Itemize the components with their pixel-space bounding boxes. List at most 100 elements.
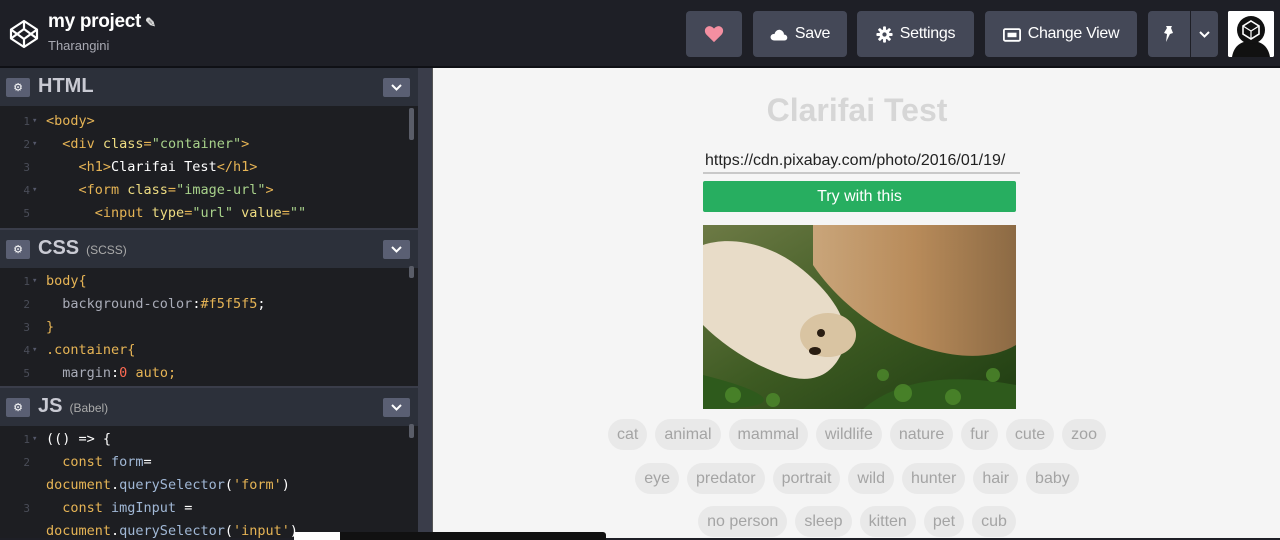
- code-line[interactable]: 3 <h1>Clarifai Test</h1>: [0, 156, 418, 179]
- line-number: 1: [23, 275, 30, 288]
- code-token: const: [46, 454, 112, 470]
- editor-resize-handle[interactable]: [418, 68, 432, 538]
- pin-button[interactable]: [1148, 11, 1190, 57]
- css-pane: ⚙ CSS (SCSS) 1 ▾ body{2 background-color:#f…: [0, 230, 418, 386]
- code-line[interactable]: 1 ▾ body{: [0, 270, 418, 293]
- code-line[interactable]: 2 ▾ <div class="container">: [0, 133, 418, 156]
- code-line[interactable]: 1 ▾ (() => {: [0, 428, 418, 451]
- code-token: #f5f5f5: [200, 296, 258, 312]
- js-settings-button[interactable]: ⚙: [6, 398, 30, 417]
- try-with-this-button[interactable]: Try with this: [703, 181, 1016, 212]
- pin-dropdown-button[interactable]: [1191, 11, 1218, 57]
- layout-icon: [1002, 27, 1021, 42]
- fold-arrow-icon[interactable]: ▾: [32, 428, 37, 451]
- code-line[interactable]: 2 const form=: [0, 451, 418, 474]
- code-token: querySelector: [119, 523, 225, 538]
- code-token: <div: [46, 136, 103, 152]
- line-number: 1: [23, 115, 30, 128]
- code-line[interactable]: document.querySelector('form'): [0, 474, 418, 497]
- html-settings-button[interactable]: ⚙: [6, 78, 30, 97]
- change-view-button[interactable]: Change View: [985, 11, 1137, 57]
- project-owner[interactable]: Tharangini: [48, 38, 109, 53]
- code-line[interactable]: 1 ▾ <body>: [0, 110, 418, 133]
- user-avatar[interactable]: [1228, 11, 1274, 57]
- fold-arrow-icon[interactable]: ▾: [32, 133, 37, 156]
- code-text: body{: [46, 270, 87, 293]
- code-line[interactable]: 5 <input type="url" value="": [0, 202, 418, 225]
- code-token: class: [127, 182, 168, 198]
- css-settings-button[interactable]: ⚙: [6, 240, 30, 259]
- avatar-icon: [1228, 11, 1274, 57]
- code-token: auto;: [127, 365, 177, 381]
- tag-chip: cat: [608, 419, 648, 450]
- code-text: document.querySelector('form'): [46, 474, 290, 497]
- code-token: "url": [192, 205, 233, 221]
- fold-arrow-icon[interactable]: ▾: [32, 179, 37, 202]
- code-line[interactable]: 2 background-color:#f5f5f5;: [0, 293, 418, 316]
- css-code-editor[interactable]: 1 ▾ body{2 background-color:#f5f5f5; 3} 4 ▾ .c…: [0, 268, 418, 386]
- js-pane: ⚙ JS (Babel) 1 ▾ (() => { 2 const form= docum…: [0, 388, 418, 538]
- code-line[interactable]: 4 ▾ <form class="image-url">: [0, 179, 418, 202]
- code-token: (() => {: [46, 431, 112, 447]
- code-text: const form=: [46, 451, 151, 474]
- image-url-input[interactable]: [703, 150, 1020, 174]
- project-title[interactable]: my project ✎: [48, 11, 156, 33]
- tag-chip: baby: [1026, 463, 1079, 494]
- bottom-toolbar-tab[interactable]: [294, 532, 340, 540]
- line-number: 1: [23, 433, 30, 446]
- fold-arrow-icon[interactable]: ▾: [32, 270, 37, 293]
- code-line[interactable]: 3 const imgInput =: [0, 497, 418, 520]
- gear-icon: ⚙: [13, 402, 23, 414]
- code-text: const imgInput =: [46, 497, 192, 520]
- code-text: .container{: [46, 339, 135, 362]
- tag-chip: eye: [635, 463, 680, 494]
- code-token: >: [265, 182, 274, 198]
- line-number: 3: [23, 321, 30, 334]
- js-code-editor[interactable]: 1 ▾ (() => { 2 const form= document.querySel…: [0, 426, 418, 538]
- code-line[interactable]: 4 ▾ .container{: [0, 339, 418, 362]
- html-scrollbar[interactable]: [409, 108, 414, 140]
- js-pane-title: JS (Babel): [38, 395, 109, 417]
- css-scrollbar[interactable]: [409, 266, 414, 278]
- css-pane-menu-button[interactable]: [383, 240, 410, 259]
- html-code-editor[interactable]: 1 ▾ <body> 2 ▾ <div class="container"> 3 <h1>…: [0, 106, 418, 228]
- fold-arrow-icon[interactable]: ▾: [32, 339, 37, 362]
- tag-chip: cub: [972, 506, 1016, 537]
- line-number: 2: [23, 456, 30, 469]
- html-pane-menu-button[interactable]: [383, 78, 410, 97]
- code-token: (: [224, 477, 233, 493]
- codepen-logo-icon[interactable]: [8, 18, 40, 50]
- fold-arrow-icon[interactable]: ▾: [32, 110, 37, 133]
- chevron-down-icon: [391, 84, 402, 91]
- tag-chip: cute: [1005, 419, 1055, 450]
- code-token: .container{: [46, 342, 136, 358]
- heart-button[interactable]: [686, 11, 742, 57]
- code-token: body{: [46, 273, 87, 289]
- settings-button[interactable]: Settings: [857, 11, 974, 57]
- tag-row: cat animal mammal wildlife nature fur cute zoo: [433, 419, 1280, 450]
- tag-chip: wildlife: [815, 419, 882, 450]
- tag-chip: wild: [848, 463, 894, 494]
- code-token: Clarifai Test: [111, 159, 217, 175]
- line-number: 2: [23, 298, 30, 311]
- code-token: "": [289, 205, 307, 221]
- line-number: 4: [23, 344, 30, 357]
- js-scrollbar[interactable]: [409, 424, 414, 438]
- save-label: Save: [794, 25, 831, 42]
- code-token: =: [176, 500, 193, 516]
- tag-chip: hunter: [901, 463, 966, 494]
- code-token: imgInput: [111, 500, 177, 516]
- code-token: =: [143, 136, 152, 152]
- code-line[interactable]: 3}: [0, 316, 418, 339]
- code-token: querySelector: [119, 477, 225, 493]
- code-token: class: [102, 136, 144, 152]
- code-token: <h1>: [46, 159, 112, 175]
- tag-chip: hair: [973, 463, 1019, 494]
- gear-icon: ⚙: [13, 244, 23, 256]
- js-pane-menu-button[interactable]: [383, 398, 410, 417]
- code-token: "container": [151, 136, 242, 152]
- code-token: (: [224, 523, 233, 538]
- pencil-icon[interactable]: ✎: [145, 15, 156, 30]
- save-button[interactable]: Save: [753, 11, 847, 57]
- code-line[interactable]: 5 margin:0 auto;: [0, 362, 418, 385]
